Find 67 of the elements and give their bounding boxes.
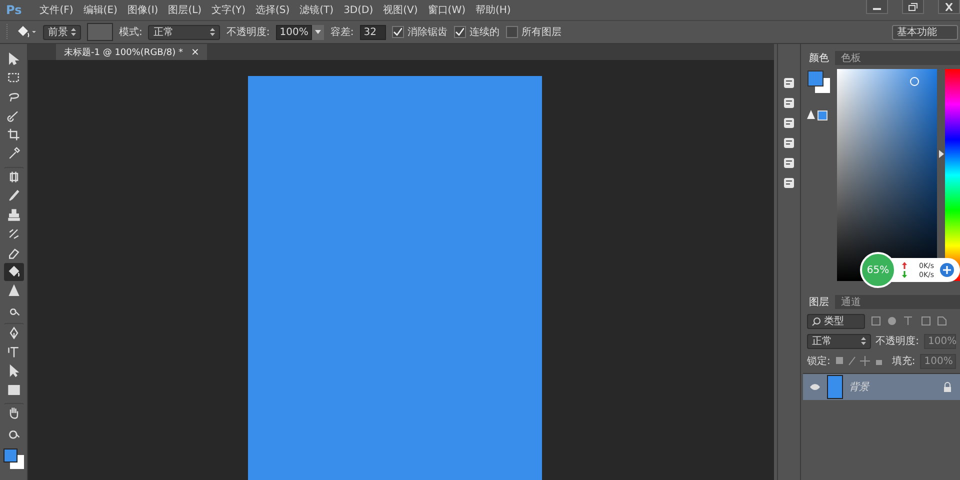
- menu-item[interactable]: 帮助(H): [476, 3, 511, 17]
- mode-dropdown[interactable]: 正常: [148, 24, 220, 40]
- close-icon[interactable]: [944, 2, 954, 10]
- lock-options-drawing[interactable]: [835, 356, 882, 366]
- panel-tab[interactable]: 颜色: [803, 51, 835, 65]
- color-swatch-icon[interactable]: [2, 448, 24, 470]
- menu-item[interactable]: 图层(L): [168, 3, 202, 17]
- checkbox[interactable]: [454, 26, 466, 38]
- checkbox-label: 连续的: [470, 26, 500, 39]
- app-logo: Ps: [6, 3, 22, 17]
- panel-tab[interactable]: 色板: [835, 51, 867, 65]
- menu-item[interactable]: 编辑(E): [83, 3, 118, 17]
- grip-icon[interactable]: [6, 24, 9, 40]
- blend-mode-dropdown[interactable]: 正常: [807, 334, 871, 348]
- tolerance-label: 容差:: [330, 26, 354, 39]
- lock-label: 锁定:: [807, 354, 830, 368]
- menu-item[interactable]: 窗口(W): [428, 3, 466, 17]
- close-tab-button[interactable]: ×: [190, 46, 200, 58]
- layer-name: 背景: [849, 380, 871, 394]
- menu-item[interactable]: 3D(D): [344, 4, 374, 16]
- pen-icon[interactable]: [4, 323, 24, 342]
- checkbox[interactable]: [392, 26, 404, 38]
- hand-icon[interactable]: [4, 403, 24, 422]
- workspace-dropdown[interactable]: 基本功能: [892, 24, 958, 40]
- opacity-field[interactable]: 100%: [924, 334, 956, 348]
- opacity-label: 不透明度:: [876, 334, 920, 348]
- checkbox-label: 所有图层: [522, 26, 562, 39]
- color-swatch-icon[interactable]: [806, 69, 832, 95]
- fill-field[interactable]: 100%: [920, 354, 956, 368]
- opacity-dropdown-button[interactable]: [312, 24, 324, 40]
- checkbox[interactable]: [506, 26, 518, 38]
- menu-item[interactable]: 文件(F): [40, 3, 74, 17]
- up-down-icon: [71, 28, 76, 36]
- menu-item[interactable]: 图像(I): [127, 3, 158, 17]
- tolerance-field[interactable]: 32: [360, 24, 386, 40]
- restore-button[interactable]: [902, 0, 924, 14]
- panel-tab[interactable]: 通道: [835, 295, 867, 309]
- mode-label: 模式:: [119, 26, 142, 39]
- opacity-field[interactable]: 100%: [276, 24, 312, 40]
- menu-item[interactable]: 视图(V): [383, 3, 418, 17]
- add-icon[interactable]: [940, 263, 954, 277]
- minimize-button[interactable]: [866, 0, 888, 14]
- up-arrow-icon: [902, 262, 907, 268]
- caret-icon[interactable]: [315, 30, 322, 34]
- fill-label: 填充:: [892, 354, 916, 368]
- layer-row[interactable]: 背景: [803, 373, 960, 400]
- close-button[interactable]: [938, 0, 960, 14]
- opacity-label: 不透明度:: [226, 26, 270, 39]
- picker-ring[interactable]: [910, 77, 920, 86]
- menu-item[interactable]: 选择(S): [255, 3, 290, 17]
- panel-tab[interactable]: 图层: [803, 295, 835, 309]
- filter-dropdown[interactable]: 类型: [807, 314, 865, 328]
- up-down-icon: [210, 28, 216, 36]
- gamut-warning-icon[interactable]: [806, 109, 828, 121]
- down-arrow-icon: [902, 270, 907, 278]
- fill-source-dropdown[interactable]: 前景: [43, 24, 81, 40]
- document-tab[interactable]: 未标题-1 @ 100%(RGB/8) * ×: [56, 44, 208, 60]
- menu-item[interactable]: 滤镜(T): [300, 3, 334, 17]
- eye-icon[interactable]: [809, 383, 821, 391]
- menu-item[interactable]: 文字(Y): [212, 3, 246, 17]
- layer-thumbnail: [827, 375, 843, 399]
- paint-bucket-icon[interactable]: [4, 263, 24, 281]
- search-icon: [812, 316, 821, 326]
- notes-icon[interactable]: [782, 176, 796, 190]
- checkbox-label: 消除锯齿: [408, 26, 448, 39]
- restore-icon[interactable]: [908, 2, 918, 10]
- up-down-icon: [860, 337, 866, 345]
